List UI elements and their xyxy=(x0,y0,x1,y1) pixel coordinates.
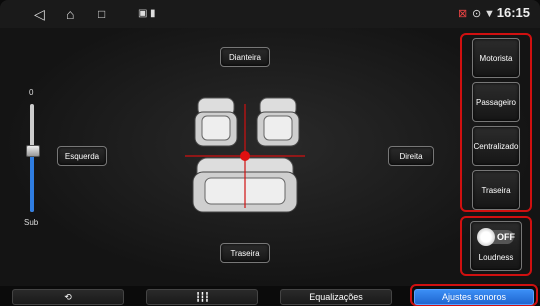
loudness-toggle-knob xyxy=(477,228,495,246)
front-left-seat-icon xyxy=(194,97,238,147)
left-speaker-button[interactable]: Esquerda xyxy=(57,146,107,166)
clock: 16:15 xyxy=(496,5,530,20)
equalizacoes-tab[interactable]: Equalizações xyxy=(280,289,392,305)
wifi-icon: ▼ xyxy=(484,8,495,20)
front-speaker-button[interactable]: Dianteira xyxy=(220,47,270,67)
ajustes-sonoros-tab[interactable]: Ajustes sonoros xyxy=(414,289,534,305)
bottom-bar: ⟲ ┇┇┇ Equalizações Ajustes sonoros xyxy=(0,284,540,306)
front-right-seat-icon xyxy=(256,97,300,147)
back-icon[interactable]: ◁ xyxy=(34,6,45,22)
status-bar: ◁ ⌂ □ ▣ ▮ ⊠ ⊙ ▼ 16:15 xyxy=(0,0,540,28)
recents-icon[interactable]: □ xyxy=(98,6,105,22)
location-icon: ⊙ xyxy=(472,8,482,20)
no-signal-icon: ⊠ xyxy=(458,8,468,20)
battery-icon: ▮ xyxy=(150,8,156,19)
sub-slider-fill xyxy=(30,150,34,212)
slider-label: Sub xyxy=(24,218,39,227)
notification-icon: ▣ xyxy=(138,8,148,19)
home-icon[interactable]: ⌂ xyxy=(66,6,74,22)
loudness-state: OFF xyxy=(497,232,515,242)
sub-slider-thumb[interactable] xyxy=(26,145,40,157)
balance-point[interactable] xyxy=(240,151,250,161)
rear-speaker-button[interactable]: Traseira xyxy=(220,243,270,263)
loop-icon: ⟲ xyxy=(64,291,72,302)
preset-motorista-button[interactable]: Motorista xyxy=(472,38,520,78)
car-seats-illustration[interactable] xyxy=(185,92,305,220)
preset-passageiro-button[interactable]: Passageiro xyxy=(472,82,520,122)
preset-traseira-button[interactable]: Traseira xyxy=(472,170,520,210)
loop-tab[interactable]: ⟲ xyxy=(12,289,124,305)
right-speaker-button[interactable]: Direita xyxy=(388,146,434,166)
loudness-button[interactable]: Loudness xyxy=(470,221,522,271)
equalizer-sliders-icon: ┇┇┇ xyxy=(195,291,209,302)
equalizer-sliders-tab[interactable]: ┇┇┇ xyxy=(146,289,258,305)
loudness-label: Loudness xyxy=(478,253,514,262)
preset-centralizado-button[interactable]: Centralizado xyxy=(472,126,520,166)
app-window: ◁ ⌂ □ ▣ ▮ ⊠ ⊙ ▼ 16:15 Dianteira Traseira… xyxy=(0,0,540,306)
slider-top-value: 0 xyxy=(29,88,34,97)
